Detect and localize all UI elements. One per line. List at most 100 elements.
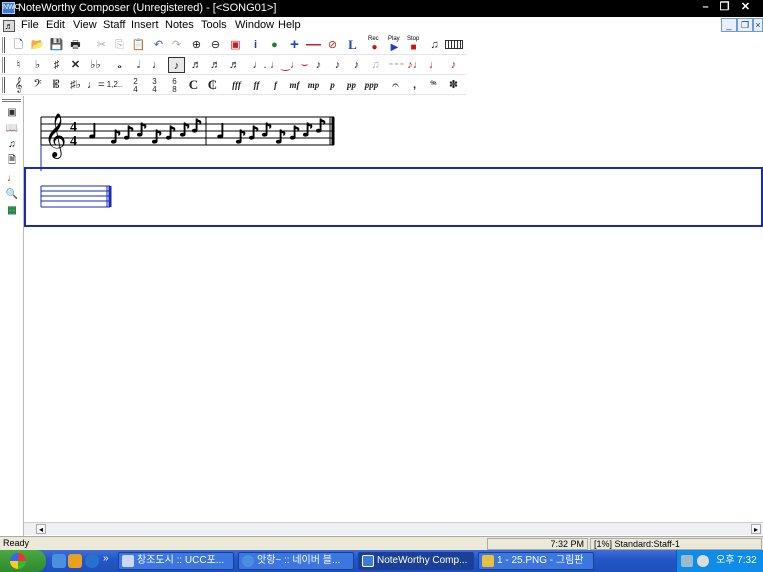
sixty-fourth-note-icon[interactable]: ♬ (226, 57, 243, 73)
play-icon[interactable]: ▶ (386, 40, 403, 56)
print-icon[interactable]: 🖶 (67, 37, 84, 53)
mdi-close-button[interactable]: × (753, 18, 763, 32)
delete-staff-icon[interactable]: — (305, 37, 322, 53)
beam-icon[interactable]: ♫ (367, 57, 384, 73)
close-button[interactable]: ✕ (735, 0, 756, 15)
accent-icon[interactable]: ♪ (348, 57, 365, 73)
task-button[interactable]: NoteWorthy Comp... (358, 552, 474, 570)
sixteenth-note-icon[interactable]: ♬ (188, 57, 205, 73)
dynamic-ppp-icon[interactable]: ppp (363, 77, 380, 93)
dynamic-p-icon[interactable]: p (324, 77, 341, 93)
flat-icon[interactable]: ♭ (29, 57, 46, 73)
quicklaunch-ie-icon[interactable] (85, 554, 99, 568)
alto-clef-icon[interactable]: 𝄡 (48, 77, 65, 93)
stop-icon[interactable]: ■ (405, 40, 422, 56)
dotted-note-icon[interactable]: ♩. (251, 57, 268, 73)
pedal-icon[interactable]: 𝆮 (425, 77, 442, 93)
zoom-out-icon[interactable]: ⊖ (207, 37, 224, 53)
cut-time-icon[interactable]: ₵ (204, 77, 221, 93)
menu-tools[interactable]: Tools (201, 19, 227, 31)
menu-staff[interactable]: Staff (103, 19, 125, 31)
note-tool-icon[interactable]: ♩ (4, 172, 20, 186)
time-sig-34-icon[interactable]: 34 (146, 77, 163, 94)
double-sharp-icon[interactable]: ✕ (67, 57, 84, 73)
undo-icon[interactable]: ↶ (150, 37, 167, 53)
clock[interactable]: 오후 7:32 (716, 550, 757, 572)
minimize-button[interactable]: – (695, 0, 716, 15)
task-button[interactable]: 1 - 25.PNG - 그림판 (478, 552, 594, 570)
dynamic-mf-icon[interactable]: mf (286, 77, 303, 93)
dynamic-pp-icon[interactable]: pp (343, 77, 360, 93)
save-icon[interactable]: 💾 (48, 37, 65, 53)
paste-icon[interactable]: 📋 (130, 37, 147, 53)
scroll-right-icon[interactable]: ▸ (751, 524, 761, 534)
tuplet-icon[interactable]: 1,2.. (106, 77, 123, 93)
scroll-left-icon[interactable]: ◂ (36, 524, 46, 534)
volume-icon[interactable] (697, 555, 709, 567)
menu-insert[interactable]: Insert (131, 19, 159, 31)
document-tool-icon[interactable]: 🗎 (4, 154, 20, 168)
cube-tool-icon[interactable]: ▣ (4, 106, 20, 120)
toolbar-grip[interactable] (2, 77, 5, 93)
key-signature-icon[interactable]: ♯♭ (67, 77, 84, 93)
treble-clef-icon[interactable]: 𝄞 (10, 77, 27, 93)
add-staff-icon[interactable]: + (286, 37, 303, 53)
dynamic-f-icon[interactable]: f (267, 77, 284, 93)
page-view-icon[interactable]: ▣ (227, 37, 244, 53)
tenuto-icon[interactable]: ♪ (329, 57, 346, 73)
keyboard-icon[interactable] (445, 40, 463, 49)
quicklaunch-browser-icon[interactable] (52, 554, 66, 568)
task-button[interactable]: 앗항~ :: 네이버 블... (238, 552, 354, 570)
globe-icon[interactable]: ● (266, 37, 283, 53)
open-folder-icon[interactable]: 📂 (29, 37, 46, 53)
lyrics-icon[interactable]: L (344, 37, 361, 53)
breath-mark-icon[interactable]: , (406, 77, 423, 93)
staccato-icon[interactable]: ♪ (310, 57, 327, 73)
sharp-icon[interactable]: ♯ (48, 57, 65, 73)
tie-icon[interactable]: ♩‿ (270, 57, 290, 73)
copy-icon[interactable]: ⎘ (111, 37, 128, 53)
app-icon[interactable]: NWC (2, 2, 20, 14)
rest-chord-icon[interactable]: ♩ (426, 57, 443, 73)
eighth-note-icon[interactable]: ♪ (168, 57, 185, 73)
network-icon[interactable] (681, 555, 693, 567)
fermata-icon[interactable]: 𝄐 (387, 77, 404, 93)
mdi-restore-button[interactable]: ❐ (737, 18, 753, 32)
metronome-icon[interactable]: ♫ (426, 37, 443, 53)
task-button[interactable]: 창조도시 :: UCC포... (118, 552, 234, 570)
time-sig-24-icon[interactable]: 24 (127, 77, 144, 94)
common-time-icon[interactable]: C (185, 77, 202, 93)
menu-window[interactable]: Window (235, 19, 274, 31)
menu-file[interactable]: File (21, 19, 39, 31)
redo-icon[interactable]: ↷ (168, 37, 185, 53)
mute-icon[interactable]: ⊘ (324, 37, 341, 53)
start-button[interactable] (0, 550, 46, 572)
pedal-release-icon[interactable]: ✽ (445, 77, 462, 93)
grid-view-icon[interactable]: ▦ (4, 204, 20, 218)
menu-view[interactable]: View (73, 19, 97, 31)
quarter-note-icon[interactable]: ♩ (149, 57, 166, 73)
toolbar-grip[interactable] (2, 37, 5, 53)
tempo-icon[interactable]: ♩= (87, 77, 104, 93)
bass-clef-icon[interactable]: 𝄢 (29, 77, 46, 93)
document-icon[interactable]: ♬ (3, 20, 15, 32)
magnifier-icon[interactable]: 🔍 (4, 188, 20, 202)
dynamic-fff-icon[interactable]: fff (228, 77, 245, 93)
grace-note-icon[interactable]: ♪♩ (407, 57, 424, 73)
score-document[interactable]: 𝄞 4 4 ♩ ♪ ♪ ♪ ♪ ♪ ♪ ♪ ♩ ♪ ♪ ♪ ♪ ♪ ♪ ♪ (24, 96, 763, 522)
split-chord-icon[interactable]: ♪ (445, 57, 462, 73)
mdi-minimize-button[interactable]: _ (721, 18, 737, 32)
time-sig-68-icon[interactable]: 68 (166, 77, 183, 94)
restore-button[interactable]: ❐ (714, 0, 735, 15)
menu-help[interactable]: Help (278, 19, 301, 31)
toolbar-grip[interactable] (2, 57, 5, 73)
horizontal-scrollbar[interactable]: ◂ ▸ (24, 522, 763, 535)
cut-icon[interactable]: ✂ (93, 37, 110, 53)
double-flat-icon[interactable]: ♭♭ (87, 57, 104, 73)
quicklaunch-media-icon[interactable] (68, 554, 82, 568)
whole-note-icon[interactable]: 𝅝 (111, 57, 128, 73)
staff-properties-icon[interactable]: ♫ (4, 138, 20, 152)
triplet-icon[interactable]: ⁃⁃⁃ (388, 57, 405, 73)
dynamic-mp-icon[interactable]: mp (305, 77, 322, 93)
dynamic-ff-icon[interactable]: ff (248, 77, 265, 93)
